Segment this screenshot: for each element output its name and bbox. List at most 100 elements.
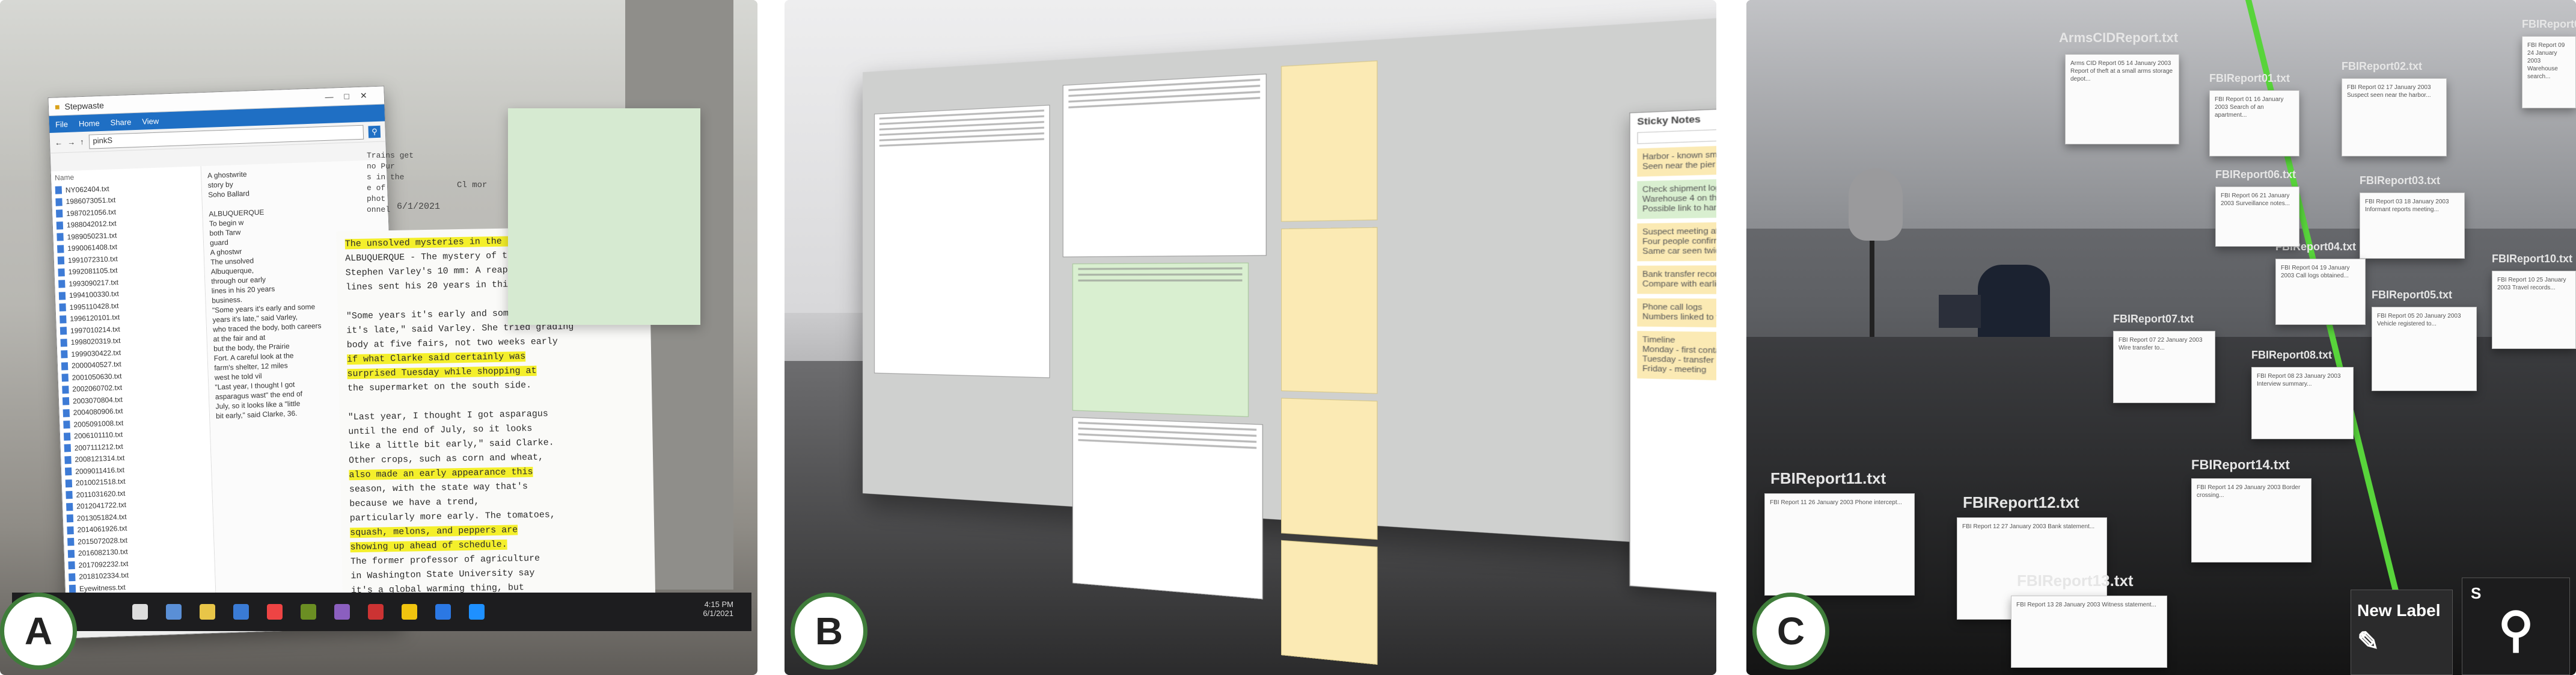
new-label-button[interactable]: New Label ✎ (2351, 590, 2453, 675)
card-title: FBIReport10.txt (2492, 253, 2573, 265)
panel-c-ar-space: ArmsCIDReport.txt Arms CID Report 05 14 … (1746, 0, 2576, 675)
card-title: FBIReport14.txt (2191, 457, 2290, 472)
yellow-note-3[interactable] (1280, 398, 1378, 540)
yellow-note-1[interactable] (1280, 60, 1378, 222)
panel-label-a: A (0, 593, 77, 670)
report-card[interactable]: FBI Report 14 29 January 2003 Border cro… (2191, 478, 2311, 562)
sticky-note-item[interactable]: Timeline Monday - first contact Tuesday … (1637, 331, 1716, 386)
sticky-note-item[interactable]: Bank transfer records Compare with earli… (1637, 264, 1716, 295)
search-button-label: S (2471, 584, 2482, 602)
card-text: FBI Report 04 19 January 2003 Call logs … (2281, 265, 2350, 279)
card-title: FBIReport01.txt (2209, 72, 2290, 84)
card-text: FBI Report 07 22 January 2003 Wire trans… (2119, 337, 2203, 351)
file-name: 2012041722.txt (76, 501, 127, 511)
report-card[interactable]: FBI Report 09 24 January 2003 Warehouse … (2522, 36, 2576, 108)
mannequin-head (1849, 168, 1903, 241)
file-name: 2018102334.txt (79, 571, 129, 581)
search-icon[interactable]: ⚲ (368, 125, 381, 138)
file-name: 2005091008.txt (73, 418, 124, 429)
report-card[interactable]: FBI Report 01 16 January 2003 Search of … (2209, 90, 2299, 156)
file-name: 1995110428.txt (69, 301, 119, 312)
file-name: 2007111212.txt (74, 442, 123, 452)
edge-icon[interactable] (435, 604, 451, 620)
file-name: 1987021056.txt (66, 207, 117, 218)
file-name: 2010021518.txt (75, 477, 126, 488)
card-title: FBIReport06.txt (2215, 168, 2296, 180)
file-icon (58, 280, 66, 288)
card-text: FBI Report 05 20 January 2003 Vehicle re… (2377, 313, 2461, 327)
file-name: 1997010214.txt (70, 324, 120, 335)
document-window-1[interactable] (874, 105, 1050, 378)
search-icon[interactable] (132, 604, 148, 620)
file-name: 1991072310.txt (67, 254, 118, 265)
ribbon-tab-view[interactable]: View (142, 116, 159, 126)
card-title: FBIReport03.txt (2360, 174, 2441, 186)
folder-icon[interactable] (200, 604, 215, 620)
report-card[interactable]: FBI Report 06 21 January 2003 Surveillan… (2215, 186, 2299, 247)
document-text: in Washington State University say (350, 567, 535, 582)
file-name: 2009011416.txt (75, 465, 125, 476)
document-text: season, with the state way that's (349, 481, 528, 495)
sticky-notes-icon[interactable] (402, 604, 417, 620)
magnifier-icon: ⚲ (2498, 603, 2534, 656)
file-name: 1993090217.txt (69, 277, 119, 288)
task-view-icon[interactable] (166, 604, 182, 620)
search-button[interactable]: S ⚲ (2462, 578, 2570, 675)
file-name: 2000040527.txt (71, 360, 122, 371)
app-icon[interactable] (368, 604, 384, 620)
file-icon (67, 526, 74, 535)
document-window-2[interactable] (1062, 73, 1267, 257)
mail-icon[interactable] (233, 604, 249, 620)
report-card[interactable]: FBI Report 08 23 January 2003 Interview … (2251, 367, 2354, 439)
ribbon-tab-file[interactable]: File (55, 119, 68, 129)
document-text: until the end of July, so it looks (348, 423, 533, 437)
window-controls[interactable]: —□✕ (325, 90, 378, 102)
up-arrow-icon[interactable]: ↑ (80, 137, 84, 146)
green-sticky-note[interactable] (508, 108, 700, 325)
ribbon-tab-home[interactable]: Home (79, 119, 100, 128)
document-window-3[interactable] (1072, 417, 1263, 600)
yellow-note-4[interactable] (1280, 540, 1378, 665)
card-title: FBIReport07.txt (2113, 313, 2194, 325)
highlighted-text: surprised Tuesday while shopping at (347, 365, 537, 380)
file-name: 2004080906.txt (73, 407, 123, 418)
file-icon (63, 408, 70, 418)
chrome-icon[interactable] (267, 604, 283, 620)
panel-label-b: B (791, 593, 867, 670)
card-text: FBI Report 13 28 January 2003 Witness st… (2016, 602, 2156, 608)
report-card[interactable]: FBI Report 07 22 January 2003 Wire trans… (2113, 331, 2215, 403)
app-icon[interactable] (301, 604, 316, 620)
card-title: FBIReport02.txt (2342, 60, 2423, 72)
file-name: 1986073051.txt (66, 196, 116, 206)
report-card[interactable]: FBI Report 05 20 January 2003 Vehicle re… (2372, 307, 2477, 391)
file-name: 1992081105.txt (68, 266, 118, 277)
report-card[interactable]: FBI Report 13 28 January 2003 Witness st… (2011, 596, 2167, 668)
report-card[interactable]: FBI Report 10 25 January 2003 Travel rec… (2492, 271, 2576, 349)
file-name: NY062404.txt (65, 184, 109, 194)
sticky-note-item[interactable]: Suspect meeting at the mall Four people … (1637, 219, 1716, 262)
sticky-note-item[interactable]: Harbor - known smuggler Seen near the pi… (1637, 138, 1716, 177)
report-card[interactable]: FBI Report 11 26 January 2003 Phone inte… (1764, 493, 1915, 596)
file-icon (69, 573, 76, 582)
file-name: 2013051824.txt (76, 512, 127, 523)
file-name: 1989050231.txt (67, 230, 117, 241)
document-text: like a little bit early," said Clarke. (348, 437, 554, 452)
sticky-note-item[interactable]: Check shipment logs Warehouse 4 on the e… (1637, 173, 1716, 220)
back-arrow-icon[interactable]: ← (55, 138, 63, 147)
monitor (1939, 295, 1981, 328)
report-card[interactable]: FBI Report 03 18 January 2003 Informant … (2360, 193, 2465, 259)
highlighted-text: showing up ahead of schedule. (350, 539, 507, 553)
report-card[interactable]: FBI Report 02 17 January 2003 Suspect se… (2342, 78, 2447, 156)
forward-arrow-icon[interactable]: → (67, 138, 76, 147)
sticky-note-item[interactable]: Phone call logs Numbers linked to the ca… (1637, 298, 1716, 330)
explorer-title: Stepwaste (64, 100, 105, 111)
ribbon-tab-share[interactable]: Share (110, 117, 131, 127)
file-icon (58, 268, 65, 277)
report-card[interactable]: FBI Report 04 19 January 2003 Call logs … (2275, 259, 2366, 325)
app-icon[interactable] (469, 604, 485, 620)
app-icon[interactable] (334, 604, 350, 620)
file-name: 2008121314.txt (75, 454, 125, 464)
yellow-note-2[interactable] (1280, 227, 1378, 394)
report-card[interactable]: Arms CID Report 05 14 January 2003 Repor… (2065, 54, 2179, 144)
green-note[interactable] (1072, 262, 1249, 418)
